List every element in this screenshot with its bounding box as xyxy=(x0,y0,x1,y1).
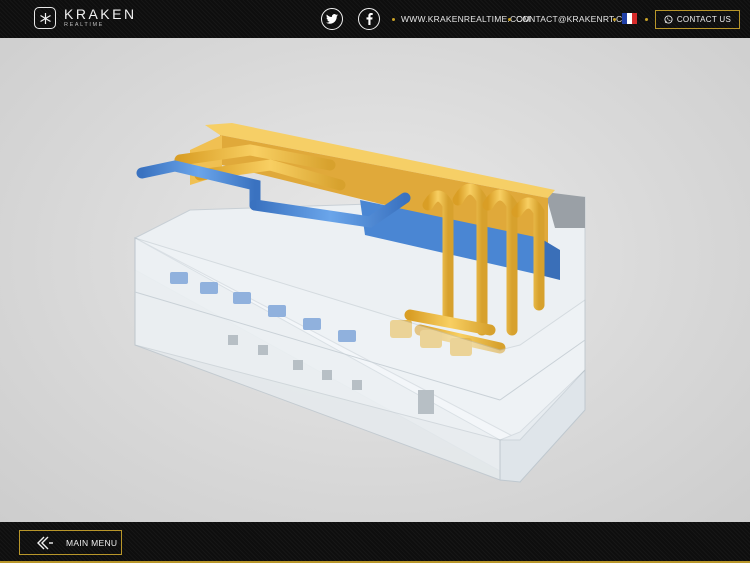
double-chevron-left-icon xyxy=(36,536,54,550)
separator-dot xyxy=(613,18,616,21)
email-link[interactable]: CONTACT@KRAKENRT.COM xyxy=(516,14,636,24)
separator-dot xyxy=(508,18,511,21)
3d-viewport[interactable] xyxy=(0,38,750,522)
main-menu-button[interactable]: MAIN MENU xyxy=(19,530,122,555)
fr-flag-icon[interactable] xyxy=(622,13,637,24)
main-menu-label: MAIN MENU xyxy=(66,537,118,548)
contact-us-button[interactable]: CONTACT US xyxy=(655,10,740,29)
hvac-3d-model[interactable] xyxy=(0,38,750,522)
bottom-bar: MAIN MENU xyxy=(0,522,750,563)
twitter-button[interactable] xyxy=(321,8,343,30)
whatsapp-icon xyxy=(664,15,673,24)
twitter-icon xyxy=(326,14,338,24)
top-bar: KRAKEN REALTIME WWW.KRAKENREALTIME.COM C… xyxy=(0,0,750,38)
facebook-icon xyxy=(366,13,373,25)
contact-us-label: CONTACT US xyxy=(676,15,732,24)
kraken-logo[interactable]: KRAKEN REALTIME xyxy=(34,7,137,29)
brand-name: KRAKEN xyxy=(64,6,137,23)
brand-subtitle: REALTIME xyxy=(64,22,104,29)
facebook-button[interactable] xyxy=(358,8,380,30)
separator-dot xyxy=(645,18,648,21)
kraken-logo-icon xyxy=(34,7,56,29)
separator-dot xyxy=(392,18,395,21)
